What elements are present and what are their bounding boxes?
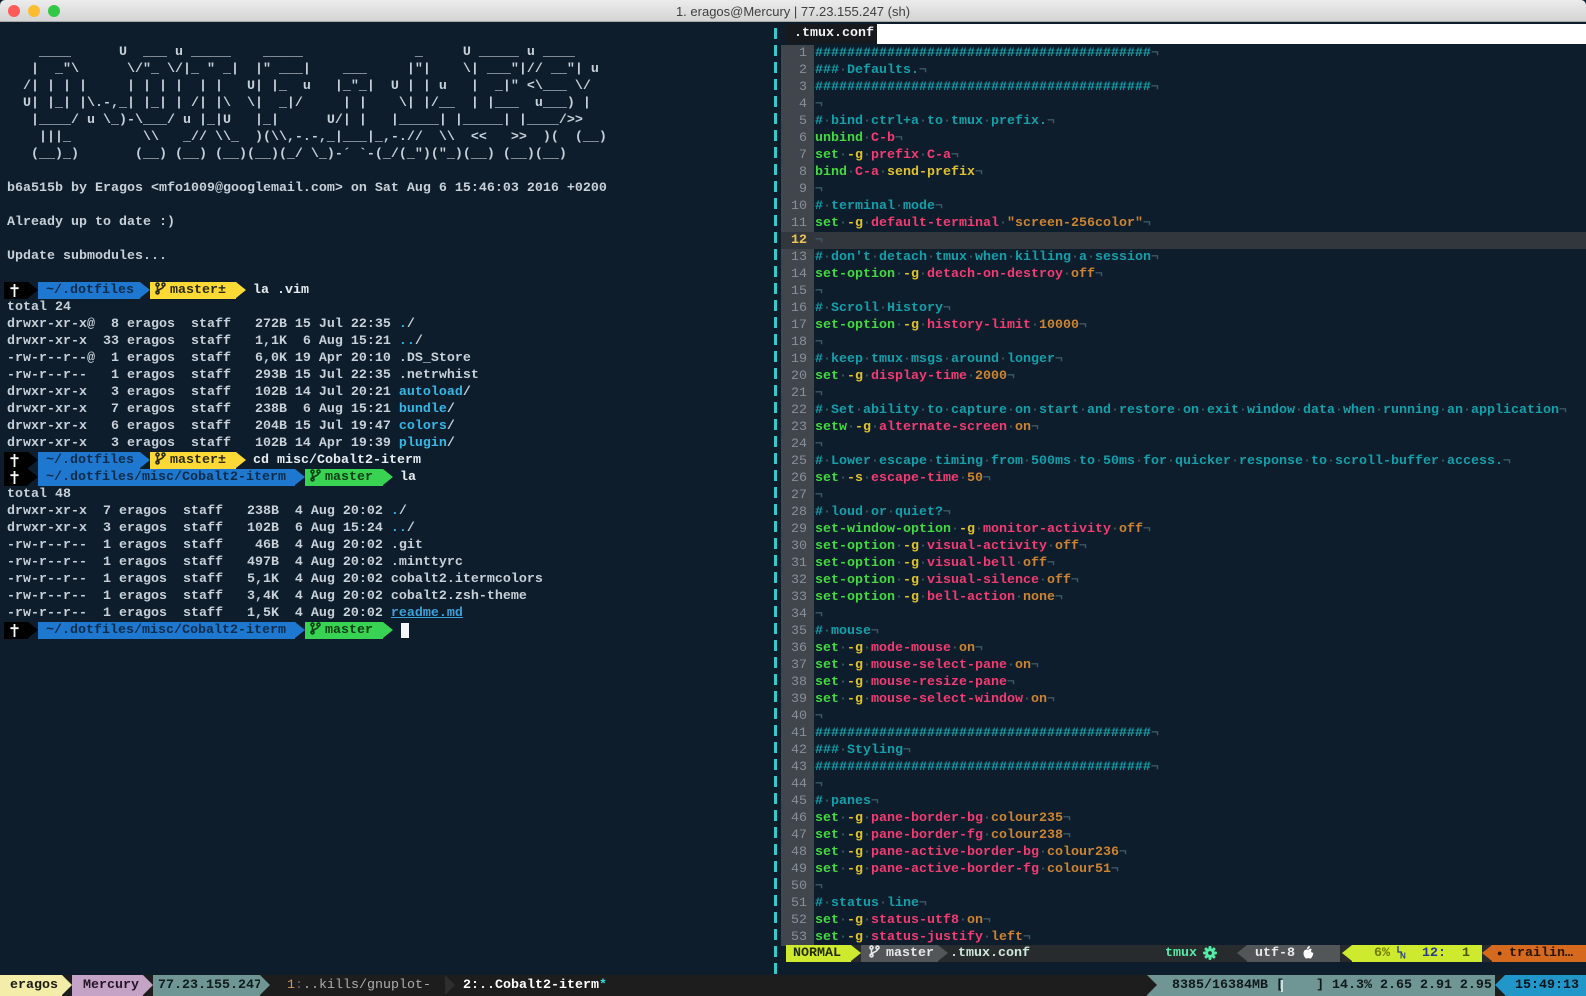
svg-text:N: N	[1400, 952, 1406, 960]
